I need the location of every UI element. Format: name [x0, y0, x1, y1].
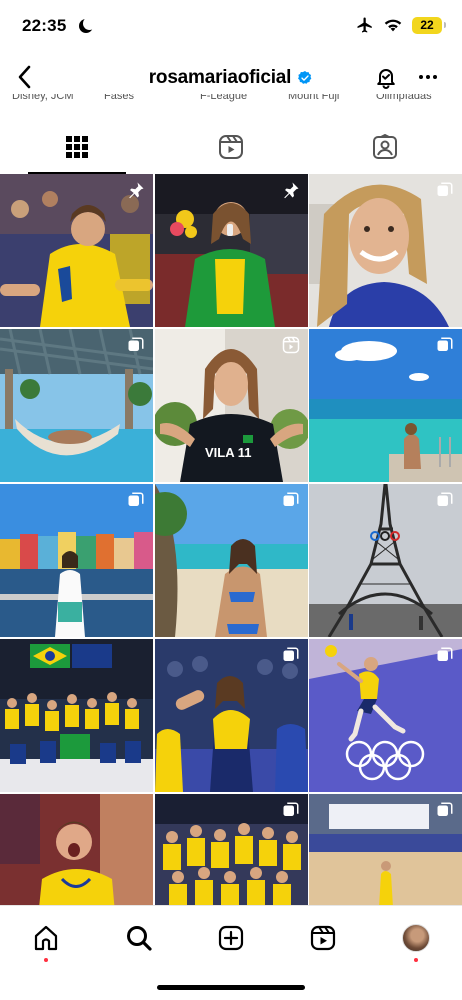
carousel-icon	[437, 337, 453, 351]
post-thumbnail[interactable]	[0, 174, 153, 327]
posts-grid: VILA 11	[0, 174, 462, 947]
tab-posts[interactable]	[0, 120, 154, 174]
pin-icon	[283, 182, 298, 199]
post-thumbnail[interactable]: VILA 11	[154, 329, 308, 482]
create-post-icon	[218, 925, 244, 950]
carousel-icon	[437, 492, 453, 506]
notification-dot	[413, 957, 418, 962]
status-bar: 22:35 22	[0, 0, 462, 54]
more-options-icon	[419, 75, 437, 79]
tagged-icon	[373, 134, 397, 159]
status-time: 22:35	[22, 16, 67, 35]
post-thumbnail[interactable]	[0, 639, 153, 792]
post-thumbnail[interactable]	[309, 329, 462, 482]
highlight-label: F-League	[200, 94, 248, 102]
highlight-label: Fases	[104, 94, 134, 102]
home-icon	[35, 925, 58, 950]
profile-tabs	[0, 120, 462, 174]
notification-bell-icon	[377, 69, 395, 89]
reel-icon	[282, 336, 299, 354]
grid-icon	[66, 136, 88, 158]
more-options-button[interactable]	[413, 62, 443, 92]
post-thumbnail[interactable]	[309, 174, 462, 327]
post-thumbnail[interactable]	[309, 639, 462, 792]
post-thumbnail[interactable]	[154, 639, 308, 792]
tab-reels[interactable]	[154, 120, 308, 174]
home-indicator	[157, 985, 305, 990]
svg-text:VILA 11: VILA 11	[205, 445, 251, 460]
post-thumbnail[interactable]	[154, 174, 308, 327]
carousel-icon	[437, 647, 453, 661]
post-thumbnail[interactable]	[309, 484, 462, 637]
moon-icon	[79, 17, 96, 33]
post-thumbnail[interactable]	[0, 329, 153, 482]
reels-nav-icon	[311, 925, 336, 950]
verified-badge-icon	[298, 71, 312, 84]
nav-reels[interactable]	[303, 918, 343, 958]
bottom-nav	[0, 905, 462, 965]
reels-icon	[219, 135, 243, 159]
carousel-icon	[437, 182, 453, 196]
status-icons: 22	[356, 16, 446, 34]
highlights-strip[interactable]: Disney, JCM Fases F-League Mount Fuji Ol…	[0, 94, 462, 106]
post-thumbnail[interactable]	[154, 484, 308, 637]
carousel-icon	[283, 647, 298, 661]
notification-dot	[44, 957, 49, 962]
post-thumbnail[interactable]	[0, 484, 153, 637]
nav-home[interactable]	[26, 918, 66, 962]
highlight-label: Mount Fuji	[288, 94, 340, 102]
carousel-icon	[128, 492, 144, 506]
carousel-icon	[128, 337, 144, 351]
tab-tagged[interactable]	[308, 120, 462, 174]
notifications-button[interactable]	[371, 62, 401, 92]
wifi-icon	[384, 19, 402, 32]
search-icon	[126, 925, 152, 951]
highlight-label: Disney, JCM	[12, 94, 74, 102]
nav-profile[interactable]	[396, 918, 436, 962]
nav-create[interactable]	[211, 918, 251, 958]
post-image	[0, 639, 153, 792]
battery-icon: 22	[412, 16, 446, 34]
airplane-icon	[357, 17, 372, 33]
carousel-icon	[437, 802, 453, 816]
highlight-label: Olimpíadas	[376, 94, 432, 102]
nav-search[interactable]	[119, 918, 159, 958]
profile-avatar	[401, 923, 430, 952]
carousel-icon	[283, 492, 298, 506]
carousel-icon	[283, 802, 298, 816]
pin-icon	[129, 182, 144, 199]
username-text: rosamariaoficial	[148, 67, 292, 88]
